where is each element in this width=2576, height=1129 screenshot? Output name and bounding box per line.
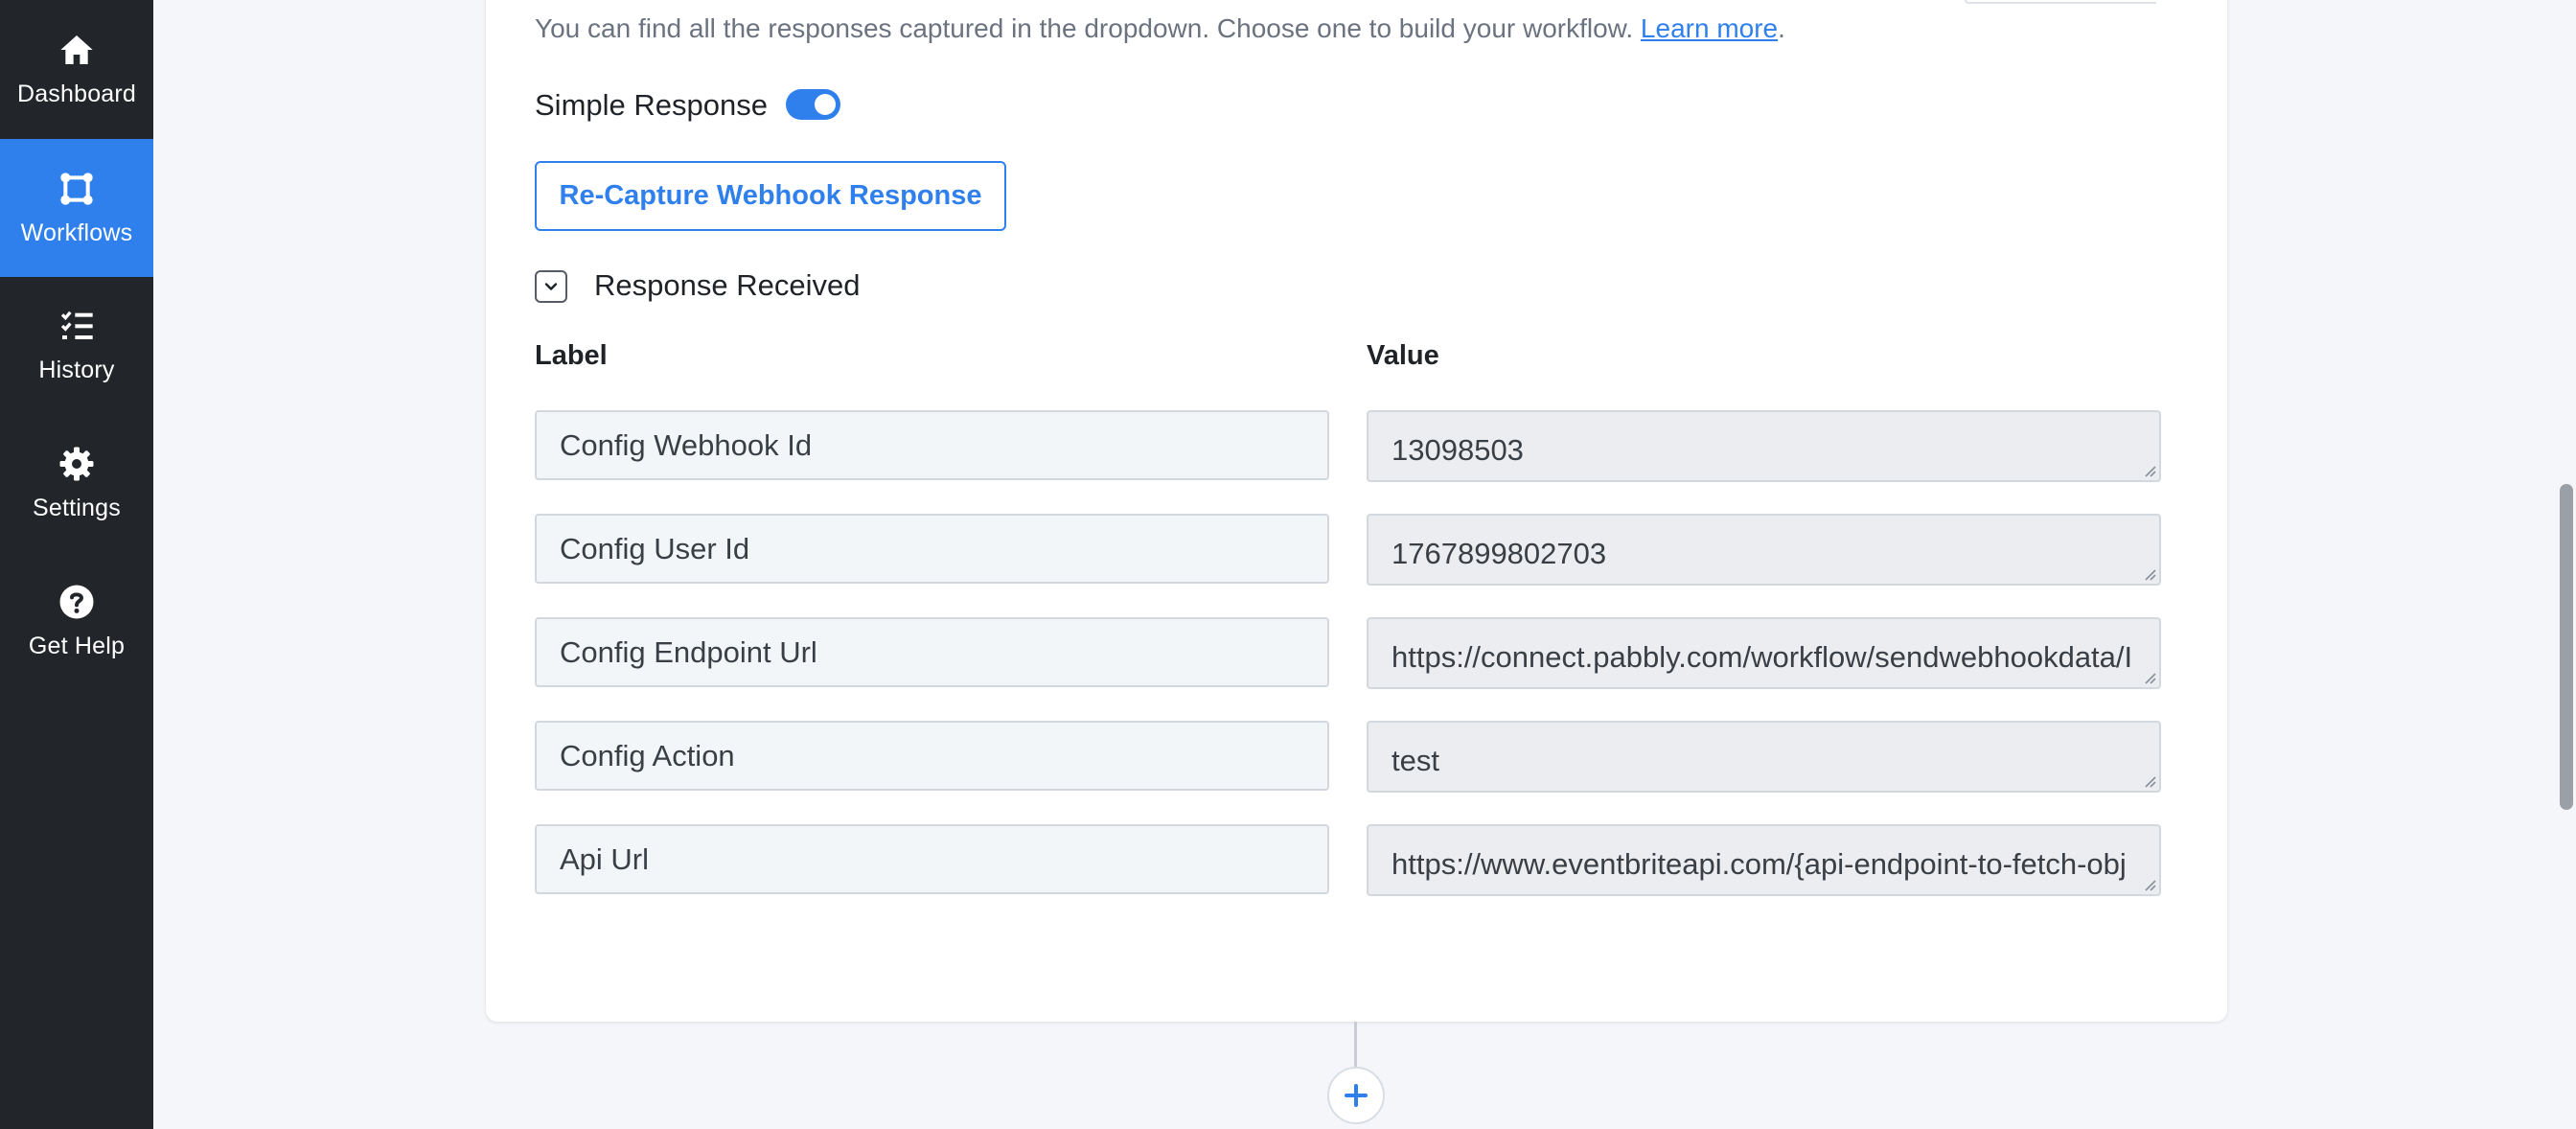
sidebar-item-get-help[interactable]: Get Help — [0, 552, 153, 690]
sidebar-item-dashboard[interactable]: Dashboard — [0, 0, 153, 138]
row-value-text: https://connect.pabbly.com/workflow/send… — [1392, 640, 2133, 687]
label-column-header: Label — [535, 340, 608, 371]
sidebar-item-label: Workflows — [20, 219, 133, 246]
add-step-button[interactable] — [1327, 1067, 1385, 1124]
row-value-text: test — [1392, 744, 1439, 777]
row-value-field[interactable]: https://www.eventbriteapi.com/{api-endpo… — [1367, 824, 2161, 896]
help-text: You can find all the responses captured … — [535, 13, 1785, 44]
row-value-text: 1767899802703 — [1392, 537, 1607, 570]
recapture-webhook-button[interactable]: Re-Capture Webhook Response — [535, 161, 1006, 231]
response-received-label: Response Received — [594, 268, 861, 302]
row-value-field[interactable]: https://connect.pabbly.com/workflow/send… — [1367, 617, 2161, 689]
sidebar-item-label: Settings — [33, 494, 121, 521]
resize-handle-icon[interactable] — [2143, 774, 2156, 788]
workflow-icon — [60, 172, 93, 205]
plus-icon — [1345, 1084, 1368, 1107]
home-icon — [60, 35, 93, 64]
sidebar-item-history[interactable]: History — [0, 276, 153, 414]
sidebar-item-label: Get Help — [28, 632, 126, 659]
simple-response-label: Simple Response — [535, 88, 768, 122]
sidebar: Dashboard Workflows History Settings Get… — [0, 0, 153, 1129]
row-value-text: https://www.eventbriteapi.com/{api-endpo… — [1392, 847, 2127, 894]
help-text-body: You can find all the responses captured … — [535, 13, 1634, 43]
row-value-field[interactable]: 1767899802703 — [1367, 514, 2161, 586]
gear-icon — [59, 447, 94, 480]
row-label-field[interactable]: Config Webhook Id — [535, 410, 1329, 480]
row-label-field[interactable]: Config User Id — [535, 514, 1329, 584]
response-dropdown[interactable] — [1965, 0, 2156, 4]
page-scrollbar-thumb[interactable] — [2560, 484, 2573, 810]
row-label-field[interactable]: Config Action — [535, 721, 1329, 791]
row-label-field[interactable]: Config Endpoint Url — [535, 617, 1329, 687]
resize-handle-icon[interactable] — [2143, 671, 2156, 684]
value-column-header: Value — [1367, 340, 1439, 371]
help-icon — [59, 585, 94, 618]
sidebar-item-label: Dashboard — [16, 80, 137, 107]
help-text-period: . — [1778, 13, 1785, 43]
row-label-field[interactable]: Api Url — [535, 824, 1329, 894]
resize-handle-icon[interactable] — [2143, 878, 2156, 891]
step-connector — [1354, 1022, 1357, 1070]
row-value-field[interactable]: 13098503 — [1367, 410, 2161, 482]
resize-handle-icon[interactable] — [2143, 464, 2156, 477]
row-value-field[interactable]: test — [1367, 721, 2161, 793]
sidebar-item-label: History — [38, 356, 115, 383]
response-received-toggle[interactable] — [535, 270, 567, 303]
chevron-down-icon — [544, 283, 558, 290]
sidebar-item-workflows[interactable]: Workflows — [0, 139, 153, 277]
history-list-icon — [60, 311, 93, 339]
resize-handle-icon[interactable] — [2143, 567, 2156, 581]
learn-more-link[interactable]: Learn more — [1641, 13, 1778, 43]
sidebar-item-settings[interactable]: Settings — [0, 414, 153, 552]
row-value-text: 13098503 — [1392, 433, 1524, 467]
simple-response-toggle[interactable] — [786, 89, 840, 120]
